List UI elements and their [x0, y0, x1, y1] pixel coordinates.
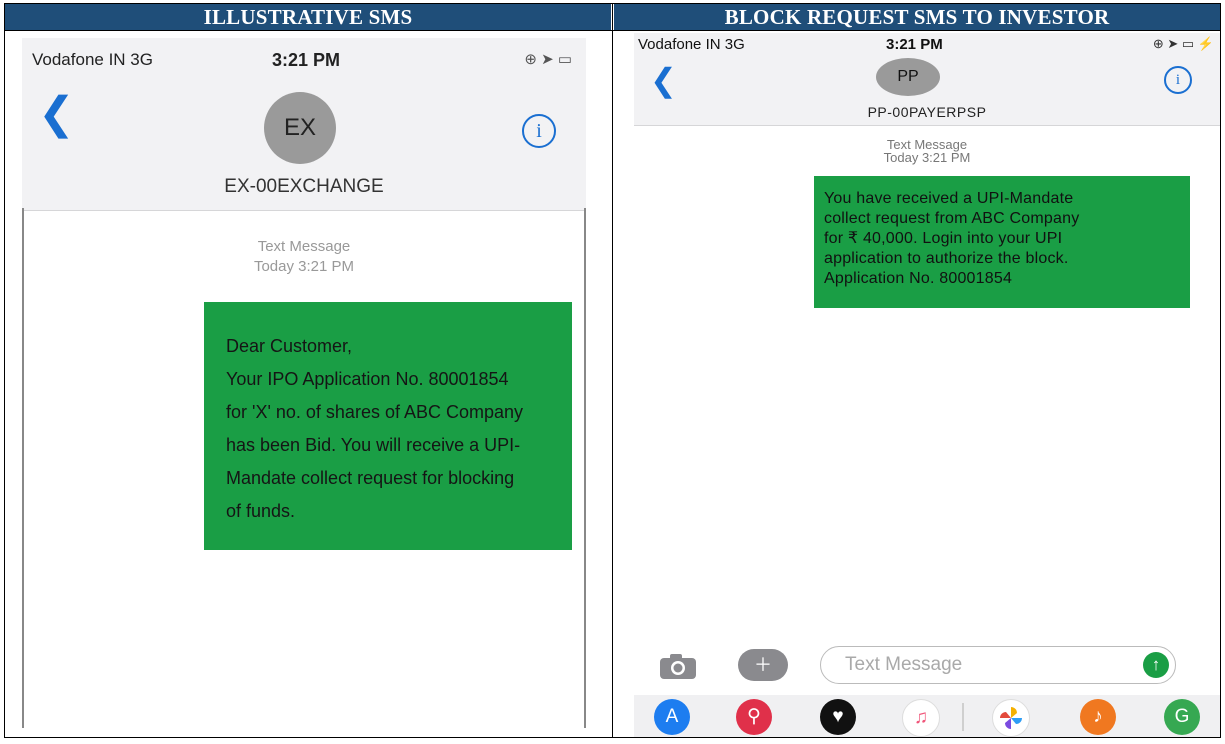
message-input-placeholder: Text Message [845, 654, 963, 675]
contact-name[interactable]: PP-00PAYERPSP [634, 104, 1220, 120]
camera-icon[interactable] [658, 651, 698, 681]
contact-avatar[interactable]: PP [876, 58, 940, 96]
message-type-label: Text Message [257, 238, 351, 255]
message-bubble[interactable]: You have received a UPI-Mandate collect … [814, 176, 1190, 308]
contact-avatar[interactable]: EX [264, 92, 336, 164]
garageband-icon[interactable]: ♪ [1080, 699, 1116, 735]
screen-edge [584, 208, 586, 728]
dock-separator [962, 703, 964, 731]
right-phone-screenshot: Vodafone IN 3G 3:21 PM ⊕ ➤ ▭ ⚡ ❮ PP i PP… [634, 33, 1220, 737]
carrier-label: Vodafone IN 3G [638, 36, 745, 53]
message-timestamp: Today 3:21 PM [883, 150, 971, 165]
conversation-header: Vodafone IN 3G 3:21 PM ⊕ ➤ ▭ ❮ EX i EX-0… [22, 38, 586, 211]
message-line: of funds. [226, 501, 296, 521]
header-illustrative-sms: ILLUSTRATIVE SMS [5, 4, 611, 30]
send-arrow-icon[interactable]: ↑ [1143, 652, 1169, 678]
message-timestamp: Today 3:21 PM [253, 258, 355, 275]
left-phone-screenshot: Vodafone IN 3G 3:21 PM ⊕ ➤ ▭ ❮ EX i EX-0… [22, 38, 586, 728]
back-chevron-icon[interactable]: ❮ [650, 63, 677, 97]
app-store-icon[interactable]: ＋ [738, 649, 788, 681]
screen-edge [22, 208, 24, 728]
message-line: Your IPO Application No. 80001854 [226, 369, 509, 389]
message-line: application to authorize the block. [824, 250, 1069, 267]
maps-icon[interactable]: G [1164, 699, 1200, 735]
column-divider [612, 3, 613, 738]
message-line: Application No. 80001854 [824, 270, 1013, 287]
back-chevron-icon[interactable]: ❮ [38, 92, 75, 136]
status-icons: ⊕ ➤ ▭ ⚡ [1152, 36, 1214, 51]
app-store-icon[interactable]: A [654, 699, 690, 735]
message-input[interactable]: Text Message ↑ [820, 646, 1176, 684]
message-line: Dear Customer, [226, 336, 353, 356]
contact-name[interactable]: EX-00EXCHANGE [22, 176, 586, 198]
status-time: 3:21 PM [886, 36, 943, 53]
header-block-request-sms: BLOCK REQUEST SMS TO INVESTOR [614, 4, 1220, 30]
message-bubble[interactable]: Dear Customer, Your IPO Application No. … [204, 302, 572, 550]
message-line: collect request from ABC Company [824, 210, 1080, 227]
message-line: You have received a UPI-Mandate [824, 190, 1074, 207]
carrier-label: Vodafone IN 3G [32, 50, 153, 69]
info-icon[interactable]: i [522, 114, 556, 148]
message-line: Mandate collect request for blocking [226, 468, 515, 488]
info-icon[interactable]: i [1164, 66, 1192, 94]
message-line: has been Bid. You will receive a UPI- [226, 435, 521, 455]
message-line: for 'X' no. of shares of ABC Company [226, 402, 524, 422]
status-icons: ⊕ ➤ ▭ [524, 51, 572, 68]
music-icon[interactable]: ♫ [902, 699, 940, 737]
app-drawer: A ⚲ ♥ ♫ ♪ G [634, 695, 1220, 737]
conversation-header: Vodafone IN 3G 3:21 PM ⊕ ➤ ▭ ⚡ ❮ PP i PP… [634, 33, 1220, 126]
photos-icon[interactable] [992, 699, 1030, 737]
status-time: 3:21 PM [272, 50, 341, 70]
digital-touch-icon[interactable]: ♥ [820, 699, 856, 735]
message-line: for ₹ 40,000. Login into your UPI [824, 230, 1063, 247]
search-images-icon[interactable]: ⚲ [736, 699, 772, 735]
